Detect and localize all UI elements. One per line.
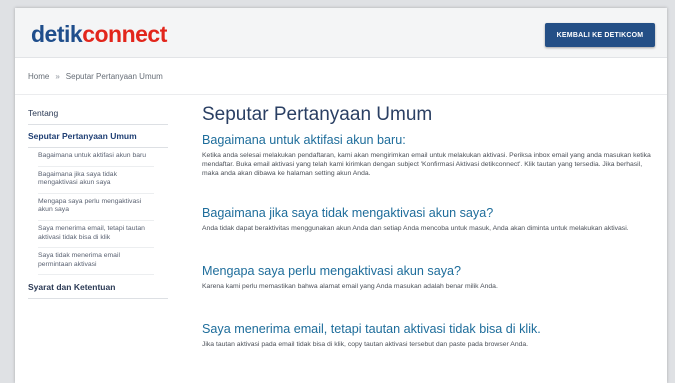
logo[interactable]: detikconnect xyxy=(31,21,167,47)
faq-item: Saya menerima email, tetapi tautan aktiv… xyxy=(202,321,652,349)
breadcrumb-home-link[interactable]: Home xyxy=(28,72,49,81)
breadcrumb-current: Seputar Pertanyaan Umum xyxy=(65,72,163,81)
page-title: Seputar Pertanyaan Umum xyxy=(202,104,433,125)
faq-question: Bagaimana untuk aktifasi akun baru: xyxy=(202,133,406,147)
logo-part-connect: connect xyxy=(82,21,167,47)
main-content: Seputar Pertanyaan Umum Bagaimana untuk … xyxy=(202,104,652,349)
faq-answer: Ketika anda selesai melakukan pendaftara… xyxy=(202,152,651,177)
faq-question: Saya menerima email, tetapi tautan aktiv… xyxy=(202,322,541,336)
faq-answer: Karena kami perlu memastikan bahwa alama… xyxy=(202,283,498,290)
sidebar-item-tentang[interactable]: Tentang xyxy=(28,106,168,125)
breadcrumb-bar: Home » Seputar Pertanyaan Umum xyxy=(15,59,667,95)
sidebar-subitem-tidak-menerima-email[interactable]: Saya tidak menerima email permintaan akt… xyxy=(38,248,154,276)
breadcrumb-separator: » xyxy=(55,72,60,81)
faq-item: Mengapa saya perlu mengaktivasi akun say… xyxy=(202,263,652,291)
sidebar-subitem-aktifasi[interactable]: Bagaimana untuk aktifasi akun baru xyxy=(38,148,154,167)
sidebar-subitem-tidak-mengaktivasi[interactable]: Bagaimana jika saya tidak mengaktivasi a… xyxy=(38,167,154,194)
header: detikconnect KEMBALI KE DETIKCOM xyxy=(15,8,667,58)
faq-answer: Anda tidak dapat beraktivitas menggunaka… xyxy=(202,225,629,232)
sidebar-item-syarat-ketentuan[interactable]: Syarat dan Ketentuan xyxy=(28,275,168,300)
sidebar-subitem-mengapa-perlu[interactable]: Mengapa saya perlu mengaktivasi akun say… xyxy=(38,194,154,221)
logo-part-detik: detik xyxy=(31,21,83,47)
breadcrumb: Home » Seputar Pertanyaan Umum xyxy=(28,72,163,81)
page: detikconnect KEMBALI KE DETIKCOM Home » Se… xyxy=(15,8,667,383)
faq-question: Bagaimana jika saya tidak mengaktivasi a… xyxy=(202,206,494,220)
back-to-detikcom-button[interactable]: KEMBALI KE DETIKCOM xyxy=(545,23,655,47)
sidebar-item-seputar-pertanyaan-umum[interactable]: Seputar Pertanyaan Umum xyxy=(28,125,168,148)
sidebar: Tentang Seputar Pertanyaan Umum Bagaiman… xyxy=(28,106,168,300)
faq-question: Mengapa saya perlu mengaktivasi akun say… xyxy=(202,264,462,278)
faq-answer: Jika tautan aktivasi pada email tidak bi… xyxy=(202,341,529,348)
faq-item: Bagaimana untuk aktifasi akun baru: Keti… xyxy=(202,132,652,178)
sidebar-subitem-tautan-tidak-bisa[interactable]: Saya menerima email, tetapi tautan aktiv… xyxy=(38,221,154,249)
faq-item: Bagaimana jika saya tidak mengaktivasi a… xyxy=(202,205,652,233)
